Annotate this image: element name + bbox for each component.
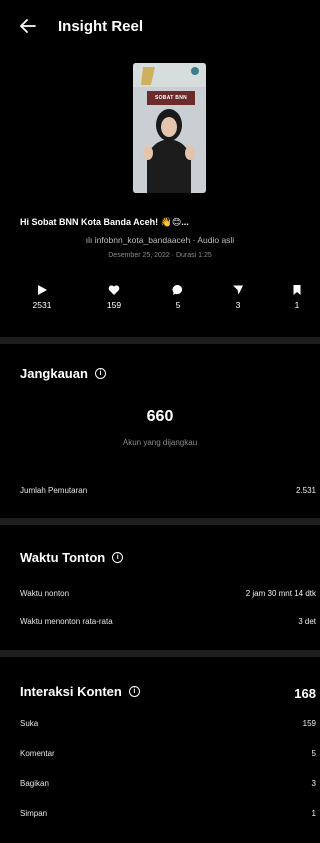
section-divider bbox=[0, 650, 320, 657]
reach-title-text: Jangkauan bbox=[20, 366, 88, 381]
watch-time-row: Waktu nonton 2 jam 30 mnt 14 dtk bbox=[20, 589, 316, 598]
stat-comments-value: 5 bbox=[175, 300, 181, 310]
interaction-row-saves: Simpan 1 bbox=[20, 809, 316, 818]
play-icon bbox=[38, 285, 47, 295]
audio-label: infobnn_kota_bandaaceh · Audio asli bbox=[94, 235, 235, 245]
info-icon[interactable]: i bbox=[128, 686, 140, 697]
stats-row: 2531 159 5 3 1 bbox=[0, 284, 320, 318]
stat-saves-value: 1 bbox=[294, 300, 300, 310]
stat-likes[interactable]: 159 bbox=[89, 284, 139, 310]
reach-value: 660 bbox=[146, 408, 174, 425]
interactions-title-text: Interaksi Konten bbox=[20, 684, 122, 699]
stat-plays-value: 2531 bbox=[32, 300, 52, 310]
heart-icon bbox=[108, 285, 120, 295]
interaction-value: 159 bbox=[302, 719, 316, 728]
interactions-total: 168 bbox=[294, 686, 316, 701]
interaction-row-comments: Komentar 5 bbox=[20, 749, 316, 758]
header: Insight Reel bbox=[0, 0, 320, 52]
avg-watch-value: 3 det bbox=[298, 617, 316, 626]
insight-reel-screen: Insight Reel SOBAT BNN Hi Sobat BNN Kota… bbox=[0, 0, 320, 843]
bookmark-icon bbox=[293, 285, 301, 295]
watch-time-label: Waktu nonton bbox=[20, 589, 70, 598]
arrow-left-icon bbox=[20, 19, 36, 33]
stat-shares-value: 3 bbox=[235, 300, 241, 310]
avg-watch-label: Waktu menonton rata-rata bbox=[20, 617, 113, 626]
interaction-value: 5 bbox=[311, 749, 316, 758]
info-icon[interactable]: i bbox=[94, 368, 106, 379]
stat-likes-value: 159 bbox=[106, 300, 122, 310]
avg-watch-row: Waktu menonton rata-rata 3 det bbox=[20, 617, 316, 626]
reel-caption: Hi Sobat BNN Kota Banda Aceh! 👋😊... bbox=[20, 217, 189, 227]
stat-saves[interactable]: 1 bbox=[272, 284, 320, 310]
comment-icon bbox=[172, 284, 183, 295]
reel-thumbnail[interactable]: SOBAT BNN bbox=[133, 63, 206, 193]
interactions-section-title: Interaksi Konten i bbox=[20, 684, 140, 699]
interaction-label: Simpan bbox=[20, 809, 48, 818]
stat-shares[interactable]: 3 bbox=[213, 284, 263, 310]
section-divider bbox=[0, 337, 320, 344]
audio-info[interactable]: ılı infobnn_kota_bandaaceh · Audio asli bbox=[0, 235, 320, 245]
interaction-row-shares: Bagikan 3 bbox=[20, 779, 316, 788]
watch-title-text: Waktu Tonton bbox=[20, 550, 106, 565]
section-divider bbox=[0, 518, 320, 525]
stat-comments[interactable]: 5 bbox=[153, 284, 203, 310]
reach-label: Akun yang dijangkau bbox=[122, 438, 198, 447]
reel-date-duration: Desember 25, 2022 · Durasi 1:25 bbox=[108, 252, 212, 259]
interaction-label: Komentar bbox=[20, 749, 55, 758]
stat-plays[interactable]: 2531 bbox=[17, 284, 67, 310]
info-icon[interactable]: i bbox=[112, 552, 124, 563]
interaction-value: 1 bbox=[311, 809, 316, 818]
interaction-row-likes: Suka 159 bbox=[20, 719, 316, 728]
interaction-label: Bagikan bbox=[20, 779, 49, 788]
thumbnail-banner: SOBAT BNN bbox=[147, 91, 195, 105]
plays-row: Jumlah Pemutaran 2.531 bbox=[20, 486, 316, 495]
page-title: Insight Reel bbox=[58, 17, 144, 35]
interaction-label: Suka bbox=[20, 719, 39, 728]
audio-wave-icon: ılı bbox=[85, 235, 93, 245]
plays-value: 2.531 bbox=[295, 486, 316, 495]
back-button[interactable] bbox=[18, 16, 38, 36]
reach-section-title: Jangkauan i bbox=[20, 366, 106, 381]
reel-thumbnail-image bbox=[133, 63, 206, 193]
watch-time-value: 2 jam 30 mnt 14 dtk bbox=[245, 589, 316, 598]
share-icon bbox=[233, 285, 243, 295]
plays-label: Jumlah Pemutaran bbox=[20, 486, 88, 495]
interaction-value: 3 bbox=[311, 779, 316, 788]
watch-section-title: Waktu Tonton i bbox=[20, 550, 124, 565]
